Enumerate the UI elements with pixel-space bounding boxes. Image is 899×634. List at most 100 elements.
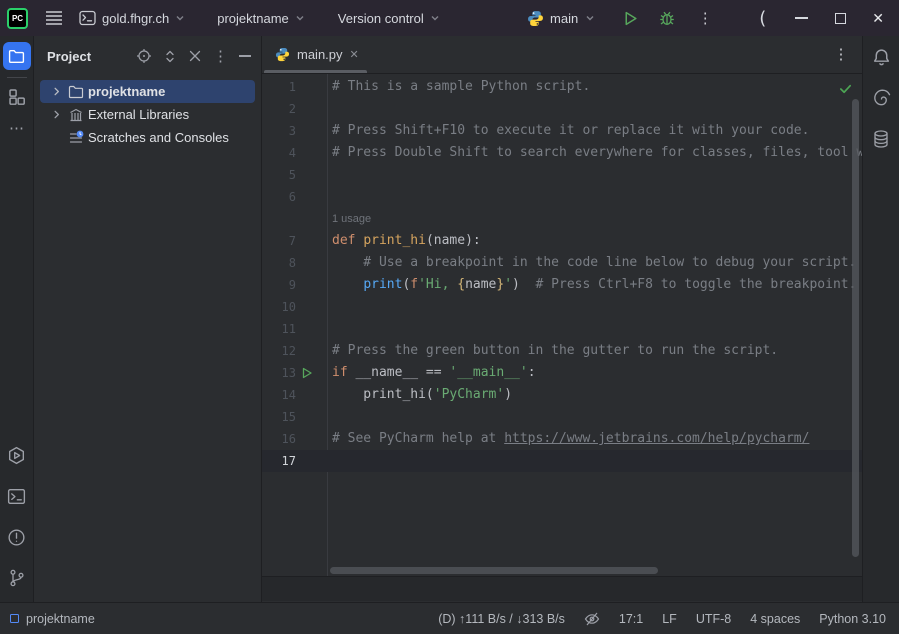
line-number[interactable]: 6 — [262, 186, 296, 208]
code-line[interactable]: 17 — [262, 450, 862, 472]
gutter[interactable]: 14 — [262, 384, 330, 406]
gutter[interactable]: 11 — [262, 318, 330, 340]
line-number[interactable] — [262, 208, 296, 230]
line-number[interactable]: 1 — [262, 76, 296, 98]
main-menu-button[interactable] — [45, 10, 63, 26]
code-line[interactable]: 2 — [262, 98, 862, 120]
gutter[interactable]: 16 — [262, 428, 330, 450]
tree-item-external-libraries[interactable]: External Libraries — [40, 103, 255, 126]
database-button[interactable] — [869, 127, 893, 151]
project-toolwindow-button[interactable] — [3, 42, 31, 70]
gutter[interactable]: 8 — [262, 252, 330, 274]
line-number[interactable]: 10 — [262, 296, 296, 318]
gutter[interactable]: 13 — [262, 362, 330, 384]
terminal-toolwindow-button[interactable] — [5, 484, 29, 508]
gutter[interactable]: 5 — [262, 164, 330, 186]
chevron-right-icon[interactable] — [49, 109, 63, 120]
code-line[interactable]: 13if __name__ == '__main__': — [262, 362, 862, 384]
hide-panel-button[interactable] — [239, 55, 251, 57]
gutter[interactable]: 15 — [262, 406, 330, 428]
window-close-button[interactable]: ✕ — [872, 10, 884, 27]
structure-toolwindow-button[interactable] — [5, 85, 29, 109]
interpreter-widget[interactable]: Python 3.10 — [819, 612, 886, 626]
caret-position-widget[interactable]: 17:1 — [619, 612, 643, 626]
code-line[interactable]: 10 — [262, 296, 862, 318]
gutter[interactable]: 7 — [262, 230, 330, 252]
vertical-scrollbar[interactable] — [852, 99, 859, 557]
line-number[interactable]: 16 — [262, 428, 296, 450]
gutter[interactable]: 1 — [262, 76, 330, 98]
code-line[interactable]: 5 — [262, 164, 862, 186]
more-toolwindows-button[interactable]: ⋯ — [9, 119, 24, 137]
gutter[interactable]: 2 — [262, 98, 330, 120]
line-number[interactable]: 12 — [262, 340, 296, 362]
services-toolwindow-button[interactable] — [5, 443, 29, 467]
gutter[interactable] — [262, 208, 330, 230]
line-number[interactable]: 8 — [262, 252, 296, 274]
line-number[interactable]: 2 — [262, 98, 296, 120]
run-configuration-selector[interactable]: main — [527, 10, 596, 27]
editor-options-button[interactable]: ⋮ — [833, 47, 849, 62]
horizontal-scrollbar[interactable] — [330, 567, 658, 574]
line-number[interactable]: 14 — [262, 384, 296, 406]
project-selector[interactable]: projektname — [217, 11, 306, 26]
code-line[interactable]: 3# Press Shift+F10 to execute it or repl… — [262, 120, 862, 142]
gutter[interactable]: 3 — [262, 120, 330, 142]
line-number[interactable]: 13 — [262, 362, 296, 384]
gutter[interactable]: 17 — [262, 450, 330, 472]
tree-item-scratches[interactable]: Scratches and Consoles — [40, 126, 255, 149]
highlighting-level-button[interactable] — [584, 611, 600, 627]
code-line[interactable]: 4# Press Double Shift to search everywhe… — [262, 142, 862, 164]
line-number[interactable]: 5 — [262, 164, 296, 186]
more-actions-button[interactable]: ⋮ — [697, 11, 713, 26]
gutter[interactable]: 9 — [262, 274, 330, 296]
code-line[interactable]: 6 — [262, 186, 862, 208]
inspections-ok-icon[interactable] — [838, 81, 853, 96]
line-number[interactable]: 4 — [262, 142, 296, 164]
code-line[interactable]: 16# See PyCharm help at https://www.jetb… — [262, 428, 862, 450]
run-button[interactable] — [622, 10, 639, 27]
gutter[interactable]: 6 — [262, 186, 330, 208]
expand-collapse-button[interactable] — [163, 49, 177, 64]
gutter[interactable]: 10 — [262, 296, 330, 318]
vcs-menu[interactable]: Version control — [338, 11, 441, 26]
tab-close-icon[interactable]: ✕ — [350, 48, 359, 61]
git-toolwindow-button[interactable] — [5, 566, 29, 590]
line-number[interactable]: 11 — [262, 318, 296, 340]
indent-widget[interactable]: 4 spaces — [750, 612, 800, 626]
code-line[interactable]: 1# This is a sample Python script. — [262, 76, 862, 98]
line-number[interactable]: 7 — [262, 230, 296, 252]
debug-button[interactable] — [658, 9, 676, 27]
code-line[interactable]: 12# Press the green button in the gutter… — [262, 340, 862, 362]
line-number[interactable]: 9 — [262, 274, 296, 296]
line-number[interactable]: 3 — [262, 120, 296, 142]
code-line[interactable]: 15 — [262, 406, 862, 428]
problems-toolwindow-button[interactable] — [5, 525, 29, 549]
locate-file-button[interactable] — [136, 48, 152, 64]
remote-host-selector[interactable]: gold.fhgr.ch — [78, 10, 186, 26]
panel-options-button[interactable]: ⋮ — [213, 49, 228, 64]
usages-inlay-hint[interactable]: 1 usage — [332, 213, 371, 225]
collapse-all-button[interactable] — [188, 49, 202, 63]
code-editor[interactable]: 1# This is a sample Python script.23# Pr… — [262, 74, 862, 602]
inlay-hint-row[interactable]: 1 usage — [262, 208, 862, 230]
code-line[interactable]: 14 print_hi('PyCharm') — [262, 384, 862, 406]
ai-assistant-button[interactable] — [869, 86, 893, 110]
window-minimize-button[interactable] — [795, 17, 808, 19]
line-number[interactable]: 15 — [262, 406, 296, 428]
window-maximize-button[interactable] — [835, 13, 846, 24]
line-separator-widget[interactable]: LF — [662, 612, 677, 626]
code-line[interactable]: 7def print_hi(name): — [262, 230, 862, 252]
code-line[interactable]: 9 print(f'Hi, {name}') # Press Ctrl+F8 t… — [262, 274, 862, 296]
window-hide-icon[interactable]: ( — [759, 8, 766, 29]
tab-main-py[interactable]: main.py ✕ — [262, 36, 369, 73]
tree-item-projektname[interactable]: projektname — [40, 80, 255, 103]
gutter-run-icon[interactable] — [296, 362, 330, 384]
gutter[interactable]: 12 — [262, 340, 330, 362]
notifications-button[interactable] — [869, 45, 893, 69]
code-line[interactable]: 11 — [262, 318, 862, 340]
code-line[interactable]: 8 # Use a breakpoint in the code line be… — [262, 252, 862, 274]
chevron-right-icon[interactable] — [49, 86, 63, 97]
gutter[interactable]: 4 — [262, 142, 330, 164]
encoding-widget[interactable]: UTF-8 — [696, 612, 731, 626]
